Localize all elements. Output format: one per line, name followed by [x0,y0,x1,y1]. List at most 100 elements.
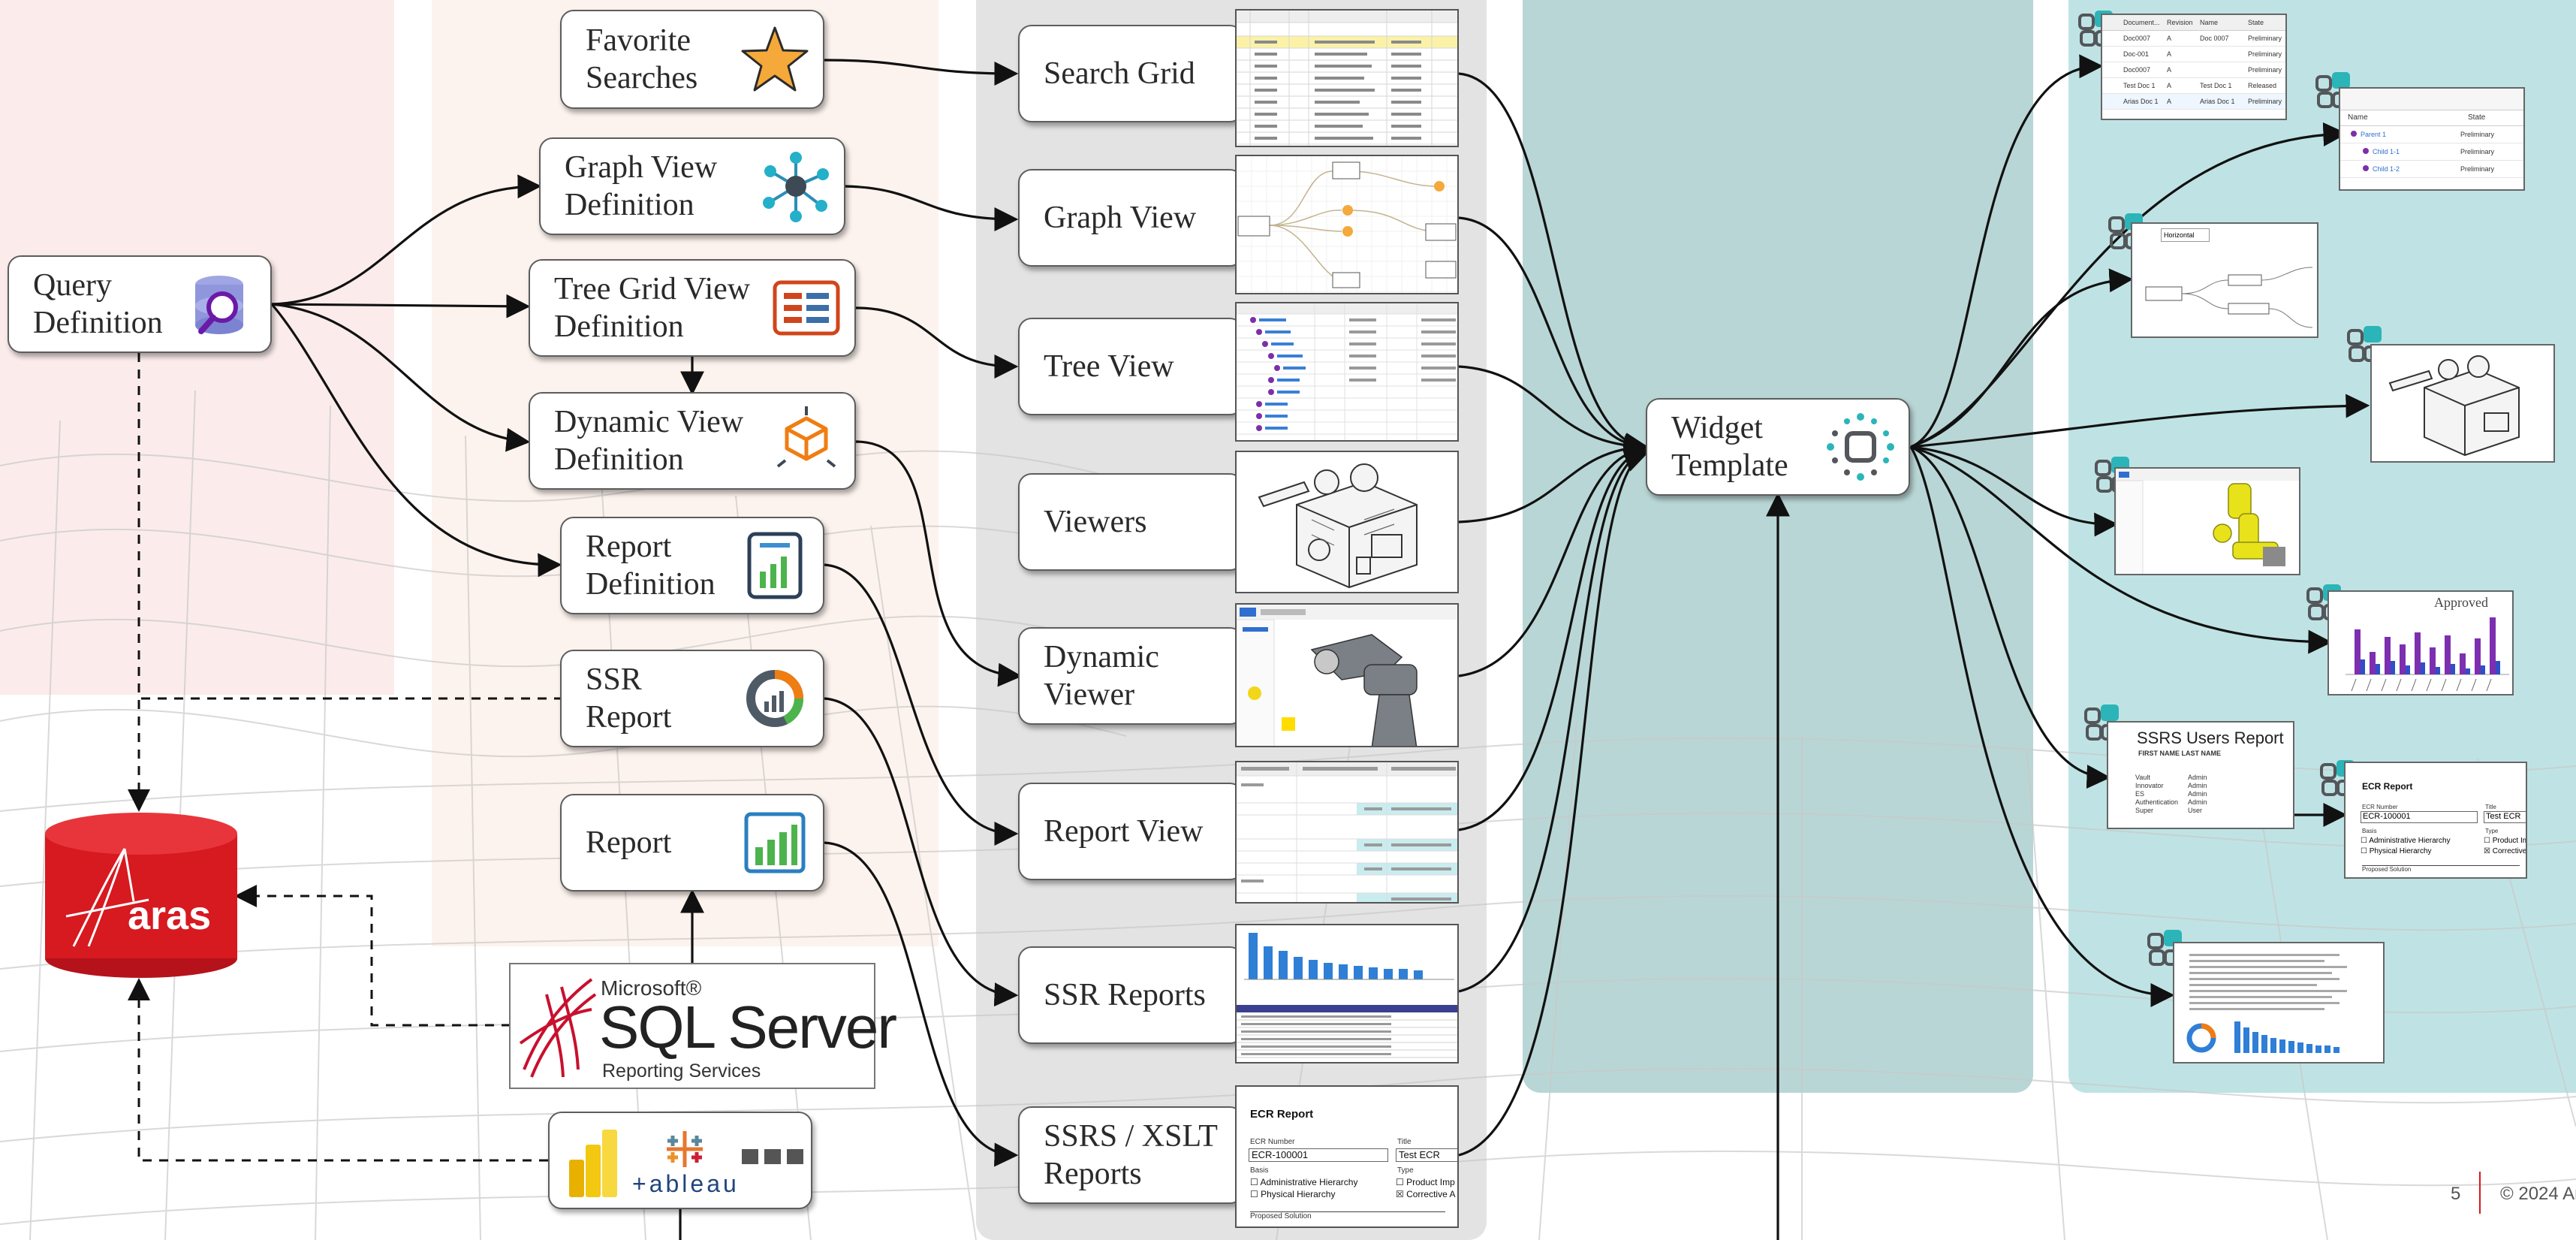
tree-widget-name-text: Child 1-1 [2373,148,2400,155]
ecr-basis-label: Basis [1250,1166,1269,1175]
ecr-report-widget[interactable]: ECR Report ECR Number ECR-100001 Title T… [2344,762,2527,879]
tree-widget-toolbar [2340,89,2523,110]
ssr-report-node[interactable]: SSR Report [560,650,824,747]
grid-widget-row[interactable]: Doc-001 A Preliminary [2102,47,2285,62]
ssrs-users-row: Innovator Admin [2135,782,2270,790]
grid-widget-row[interactable]: Test Doc 1 A Test Doc 1 Released [2102,78,2285,94]
item-status-dot-icon [2363,148,2369,154]
ssr-reports-node[interactable]: SSR Reports [1018,946,1243,1044]
item-status-dot-icon [2363,165,2369,171]
grid-col-state: State [2248,19,2264,26]
graph-widget[interactable]: Horizontal [2131,222,2318,338]
ssrs-users-widget[interactable]: SSRS Users Report FIRST NAME LAST NAME V… [2107,721,2294,829]
tree-widget-row[interactable]: Child 1-1 Preliminary [2340,143,2523,161]
ssrs-users-rows: Vault Admin Innovator Admin ES Admin Authentic… [2135,774,2270,815]
ssr-report-label: SSR Report [586,662,672,735]
tree-col-name: Name [2348,113,2368,122]
graph-view-node[interactable]: Graph View [1018,169,1243,267]
more-apps-icon [742,1149,803,1164]
viewers-thumbnail [1235,451,1459,593]
report-view-thumbnail [1235,761,1459,904]
query-definition-node[interactable]: Query Definition [8,255,272,353]
dashboard-widget[interactable] [2173,942,2385,1064]
grid-widget-cell: Preliminary [2248,35,2282,42]
aras-database-logo: aras [44,811,239,979]
edge-widget-to-grid-widget [1910,54,2104,448]
tree-view-thumbnail [1235,302,1459,442]
ecr-basis-option-1: ☐ Administrative Hierarchy [1250,1177,1358,1187]
ssrs-users-row: Super User [2135,807,2270,815]
report-definition-node[interactable]: Report Definition [560,517,824,614]
report-label: Report [586,825,672,860]
grid-widget-cell [2200,47,2248,62]
ecr-title-field: Test ECR [1396,1148,1457,1162]
ecr-widget-title-label: Title [2485,804,2496,810]
ecr-widget-number-field: ECR-100001 [2361,811,2478,823]
ecr-widget-basis-2: ☐ Physical Hierarchy [2361,847,2432,855]
edge-favorite-to-search-grid [824,59,1019,86]
report-node[interactable]: Report [560,794,824,892]
viewers-label: Viewers [1044,505,1147,539]
query-definition-label: Query Definition [33,268,163,340]
dynamic-viewer-node[interactable]: Dynamic Viewer [1018,627,1243,725]
tree-widget-name-cell: Parent 1 [2340,126,2460,143]
favorite-searches-node[interactable]: Favorite Searches [560,10,824,109]
ecr-title-label: Title [1397,1138,1412,1146]
graph-view-label: Graph View [1044,201,1197,235]
graph-widget-layout-dropdown[interactable]: Horizontal [2161,228,2210,242]
search-grid-table-graphic [1237,11,1457,146]
dynamic-view-definition-node[interactable]: Dynamic View Definition [529,392,856,490]
grid-widget-cell: A [2167,98,2172,105]
tree-widget-rows: Parent 1 Preliminary Child 1-1 Preliminary C… [2340,126,2523,178]
dashboard-widget-graphic [2186,954,2347,1053]
tree-widget-state-cell: Preliminary [2460,148,2495,155]
grid-widget-cell: Doc 0007 [2200,35,2229,42]
search-grid-thumbnail [1235,9,1459,147]
grid-widget-cell: A [2167,35,2172,42]
report-definition-label: Report Definition [586,529,716,602]
report-view-node[interactable]: Report View [1018,783,1243,880]
grid-widget-row[interactable]: Doc0007 A Preliminary [2102,62,2285,78]
ssrs-users-cell: Admin [2188,782,2207,789]
ecr-widget-basis-1: ☐ Administrative Hierarchy [2361,837,2451,845]
search-grid-node[interactable]: Search Grid [1018,25,1243,122]
edge-widget-to-cad-widget [1910,394,2370,448]
cad-widget-gearbox-graphic [2388,355,2520,457]
ssrs-users-cell: Vault [2135,774,2150,781]
tree-widget[interactable]: Name State Parent 1 Preliminary Child 1-1 P… [2339,87,2525,191]
tree-grid-view-definition-node[interactable]: Tree Grid View Definition [529,259,856,357]
3d-cube-icon [776,406,836,468]
grid-widget-row[interactable]: Arias Doc 1 A Arias Doc 1 Preliminary [2102,94,2285,110]
graph-view-thumbnail [1235,155,1459,294]
bi-tools-node[interactable]: +ableau [548,1112,812,1209]
ssrs-xslt-reports-node[interactable]: SSRS / XSLT Reports [1018,1106,1243,1204]
tree-view-node[interactable]: Tree View [1018,318,1243,415]
cad-viewer-widget[interactable] [2370,344,2555,463]
tree-widget-row[interactable]: Parent 1 Preliminary [2340,126,2523,143]
sql-server-reporting-services-logo: Microsoft® SQL Server Reporting Services [509,963,897,1089]
tree-grid-view-definition-label: Tree Grid View Definition [554,272,751,344]
ssrs-users-cell: ES [2135,790,2145,798]
grid-col-document: Document... [2123,19,2160,26]
grid-widget-row[interactable]: Doc0007 A Doc 0007 Preliminary [2102,31,2285,47]
grid-widget[interactable]: Document... Revision Name State Doc0007 A… [2101,14,2287,120]
viewers-node[interactable]: Viewers [1018,473,1243,571]
ecr-type-option-2: ☒ Corrective A [1396,1189,1456,1199]
sql-server-subtitle-text: Reporting Services [602,1060,761,1082]
ecr-widget-type-label: Type [2485,828,2499,834]
tree-widget-row[interactable]: Child 1-2 Preliminary [2340,161,2523,178]
widget-template-node[interactable]: Widget Template [1646,398,1910,496]
tree-widget-header: Name State [2340,110,2523,126]
ecr-number-label: ECR Number [1250,1138,1295,1146]
ecr-widget-type-2: ☒ Corrective A [2484,847,2527,855]
ecr-proposed-solution-label: Proposed Solution [1250,1211,1445,1220]
edge-sqlserver-to-aras-dashed [234,885,511,1027]
edge-ssr-reports-to-widget [1458,445,1650,993]
approved-chart-widget[interactable]: Approved [2327,590,2514,695]
dynamic-viewer-widget[interactable] [2114,467,2300,575]
copyright-text: © 2024 Aras [2500,1184,2576,1204]
sql-server-icon [519,978,597,1078]
tree-widget-name-text: Child 1-2 [2373,165,2400,173]
graph-view-definition-node[interactable]: Graph View Definition [539,137,845,235]
grid-widget-cell: Arias Doc 1 [2123,98,2159,105]
